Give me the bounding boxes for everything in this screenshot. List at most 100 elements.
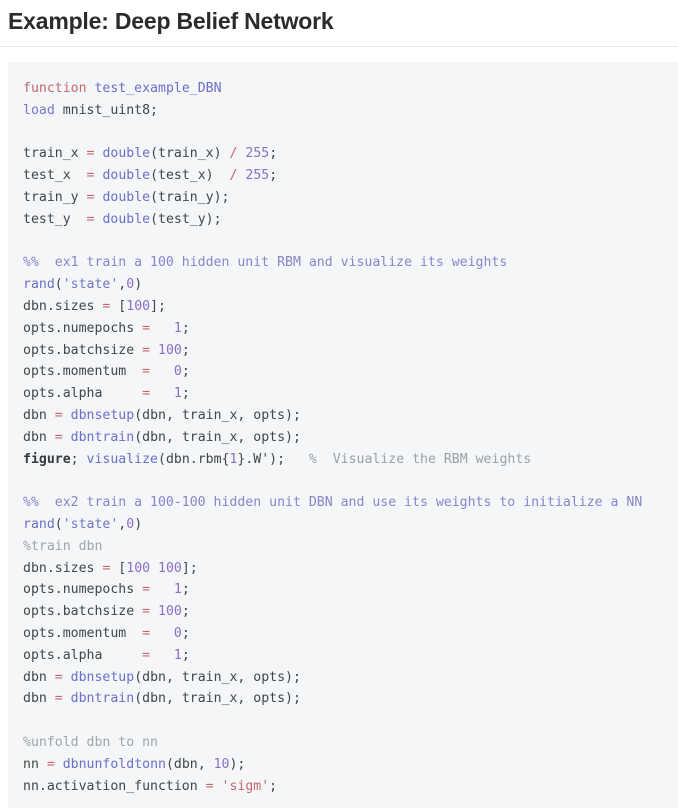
code-token: = xyxy=(142,364,151,380)
code-token: %unfold dbn to nn xyxy=(23,734,158,750)
code-token: 255 xyxy=(245,146,270,162)
code-line: nn.activation_function = 'sigm'; xyxy=(23,776,678,798)
code-token: (dbn, train_x, opts); xyxy=(134,691,301,707)
code-line: dbn = dbnsetup(dbn, train_x, opts); xyxy=(23,405,678,427)
code-token: = xyxy=(54,429,63,445)
code-token: = xyxy=(142,647,151,663)
code-token: (dbn.rbm{ xyxy=(158,451,230,467)
code-block[interactable]: function test_example_DBN load mnist_uint… xyxy=(8,62,678,808)
code-token: %% ex1 train a 100 hidden unit RBM and v… xyxy=(23,255,508,271)
code-token: ( xyxy=(54,277,63,293)
code-token: % Visualize the RBM weights xyxy=(308,451,532,467)
code-line: opts.alpha = 1; xyxy=(23,383,678,405)
code-token: [ xyxy=(110,560,127,576)
code-token: opts.alpha xyxy=(23,386,143,402)
code-token: train_y xyxy=(23,189,87,205)
code-token: ; xyxy=(181,386,190,402)
code-line: function test_example_DBN xyxy=(23,78,678,100)
code-token: ) xyxy=(134,277,143,293)
code-token: 100 xyxy=(158,342,182,358)
code-line: opts.momentum = 0; xyxy=(23,623,678,645)
code-token: ; xyxy=(181,342,190,358)
document-root: Example: Deep Belief Network function te… xyxy=(0,0,678,808)
code-token: (dbn, train_x, opts); xyxy=(134,669,301,685)
code-token: (train_y); xyxy=(150,189,230,205)
code-token: test_example_DBN xyxy=(94,81,222,96)
code-line: dbn = dbntrain(dbn, train_x, opts); xyxy=(23,688,678,710)
code-token: 1 xyxy=(173,386,182,402)
code-token: ; xyxy=(269,778,278,794)
code-line: opts.batchsize = 100; xyxy=(23,601,678,623)
code-token: 100 xyxy=(158,604,182,620)
code-token: nn xyxy=(23,756,47,772)
code-token: = xyxy=(142,342,151,358)
code-token: dbntrain xyxy=(70,429,135,445)
code-token: ; xyxy=(181,582,190,598)
code-line: %% ex1 train a 100 hidden unit RBM and v… xyxy=(23,252,678,274)
code-token: = xyxy=(46,756,55,772)
code-token: ; xyxy=(181,604,190,620)
code-token: double xyxy=(102,189,151,205)
code-token: dbn xyxy=(23,669,55,685)
code-token: ]; xyxy=(181,560,198,576)
code-token: double xyxy=(102,168,151,184)
code-token: 1 xyxy=(173,320,182,336)
code-token: (test_y); xyxy=(150,211,222,227)
code-line: opts.alpha = 1; xyxy=(23,645,678,667)
code-token: %train dbn xyxy=(23,538,103,554)
code-token: opts.momentum xyxy=(23,364,143,380)
code-line: load mnist_uint8; xyxy=(23,100,678,122)
code-token: = xyxy=(142,582,151,598)
code-token: = xyxy=(54,691,63,707)
code-line: dbn = dbntrain(dbn, train_x, opts); xyxy=(23,427,678,449)
code-token: dbn xyxy=(23,429,55,445)
code-token: 0 xyxy=(126,277,135,293)
code-token: 0 xyxy=(173,625,182,641)
code-token: 'state' xyxy=(62,277,119,293)
code-token: 0 xyxy=(126,516,135,532)
code-token: dbnsetup xyxy=(70,669,135,685)
code-line: opts.batchsize = 100; xyxy=(23,340,678,362)
code-token: dbn.sizes xyxy=(23,298,103,314)
code-token: 100 100 xyxy=(126,560,182,576)
code-line: dbn.sizes = [100 100]; xyxy=(23,558,678,580)
code-line: %unfold dbn to nn xyxy=(23,732,678,754)
code-token: double xyxy=(102,146,151,162)
code-token: ; xyxy=(269,168,278,184)
code-token: (test_x) xyxy=(150,168,230,184)
code-line: opts.numepochs = 1; xyxy=(23,318,678,340)
code-token: train_x xyxy=(23,146,87,162)
code-token: = xyxy=(142,604,151,620)
code-token: rand xyxy=(23,277,55,293)
code-token: dbn xyxy=(23,691,55,707)
code-token: mnist_uint8; xyxy=(54,102,158,118)
code-token: 'state' xyxy=(62,516,119,532)
code-token: dbn.sizes xyxy=(23,560,103,576)
code-line: %train dbn xyxy=(23,536,678,558)
code-token: ; xyxy=(181,625,190,641)
heading-divider xyxy=(0,46,678,47)
code-token: (dbn, train_x, opts); xyxy=(134,407,301,423)
code-token: opts.batchsize xyxy=(23,342,143,358)
code-token: ) xyxy=(134,516,143,532)
code-token: dbnunfoldtonn xyxy=(62,756,166,772)
code-token: ; xyxy=(181,364,190,380)
code-token: 10 xyxy=(213,756,230,772)
code-token: ( xyxy=(54,516,63,532)
code-line: figure; visualize(dbn.rbm{1}.W'); % Visu… xyxy=(23,449,678,471)
code-line: rand('state',0) xyxy=(23,514,678,536)
code-token: dbnsetup xyxy=(70,407,135,423)
code-token: 1 xyxy=(173,647,182,663)
code-token: ; xyxy=(70,451,87,467)
